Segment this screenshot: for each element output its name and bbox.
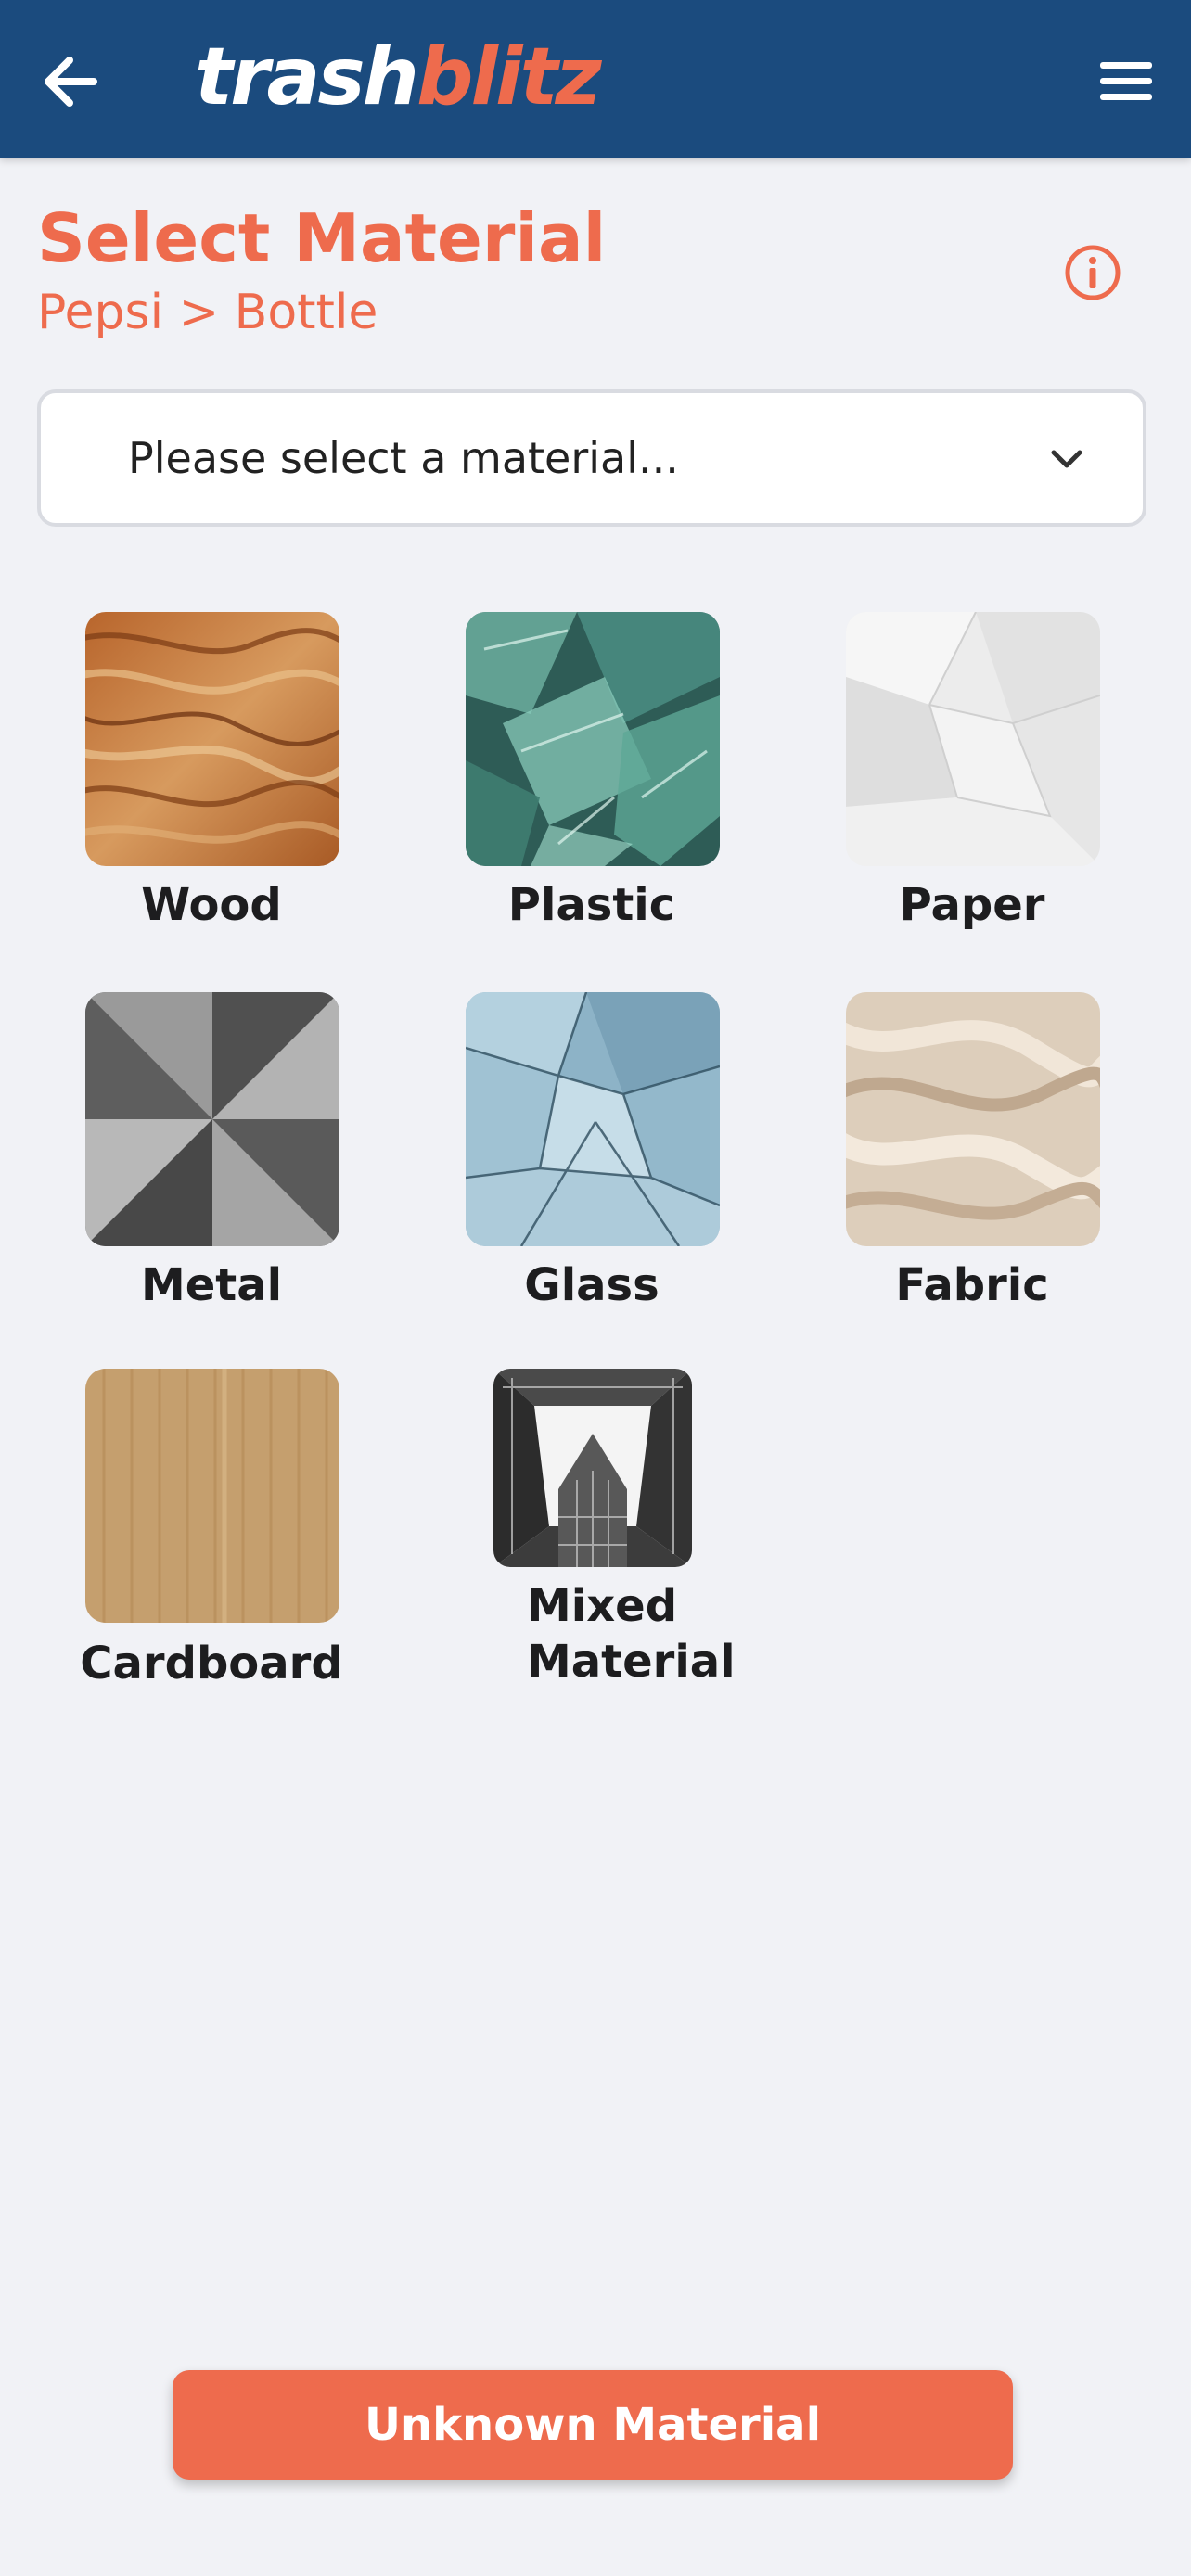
chevron-down-icon xyxy=(1046,438,1087,478)
page-title: Select Material xyxy=(37,199,607,277)
info-icon[interactable] xyxy=(1063,243,1122,302)
unknown-material-button[interactable]: Unknown Material xyxy=(173,2370,1013,2480)
material-select-placeholder: Please select a material... xyxy=(128,433,679,483)
material-label: Glass xyxy=(524,1259,660,1311)
material-tile-cardboard[interactable]: Cardboard xyxy=(63,1369,360,1702)
app-header: trash blitz xyxy=(0,0,1191,158)
material-tile-fabric[interactable]: Fabric xyxy=(824,990,1121,1324)
material-tile-glass[interactable]: Glass xyxy=(443,990,740,1324)
material-label: Cardboard xyxy=(80,1638,343,1690)
material-label: Mixed Material xyxy=(527,1580,736,1688)
material-label: Wood xyxy=(141,879,282,931)
material-tile-paper[interactable]: Paper xyxy=(824,610,1121,944)
fabric-image xyxy=(846,992,1100,1246)
glass-image xyxy=(466,992,720,1246)
material-tile-mixed-material[interactable]: Mixed Material xyxy=(443,1369,740,1702)
material-label: Fabric xyxy=(895,1259,1049,1311)
material-tile-plastic[interactable]: Plastic xyxy=(443,610,740,944)
material-label: Metal xyxy=(140,1259,283,1311)
material-tile-wood[interactable]: Wood xyxy=(63,610,360,944)
logo-text-trash: trash xyxy=(195,31,419,123)
plastic-image xyxy=(466,612,720,866)
back-arrow-icon[interactable] xyxy=(35,46,106,117)
material-tile-metal[interactable]: Metal xyxy=(63,990,360,1324)
wood-image xyxy=(85,612,339,866)
mixed-material-image xyxy=(493,1369,692,1567)
breadcrumb: Pepsi > Bottle xyxy=(37,285,378,340)
hamburger-menu-icon[interactable] xyxy=(1089,46,1163,117)
material-label: Paper xyxy=(899,879,1045,931)
app-logo: trash blitz xyxy=(195,26,602,128)
paper-image xyxy=(846,612,1100,866)
metal-image xyxy=(85,992,339,1246)
material-label: Plastic xyxy=(507,879,676,931)
material-select[interactable]: Please select a material... xyxy=(37,389,1146,527)
logo-text-blitz: blitz xyxy=(416,31,602,123)
cardboard-image xyxy=(85,1369,339,1623)
